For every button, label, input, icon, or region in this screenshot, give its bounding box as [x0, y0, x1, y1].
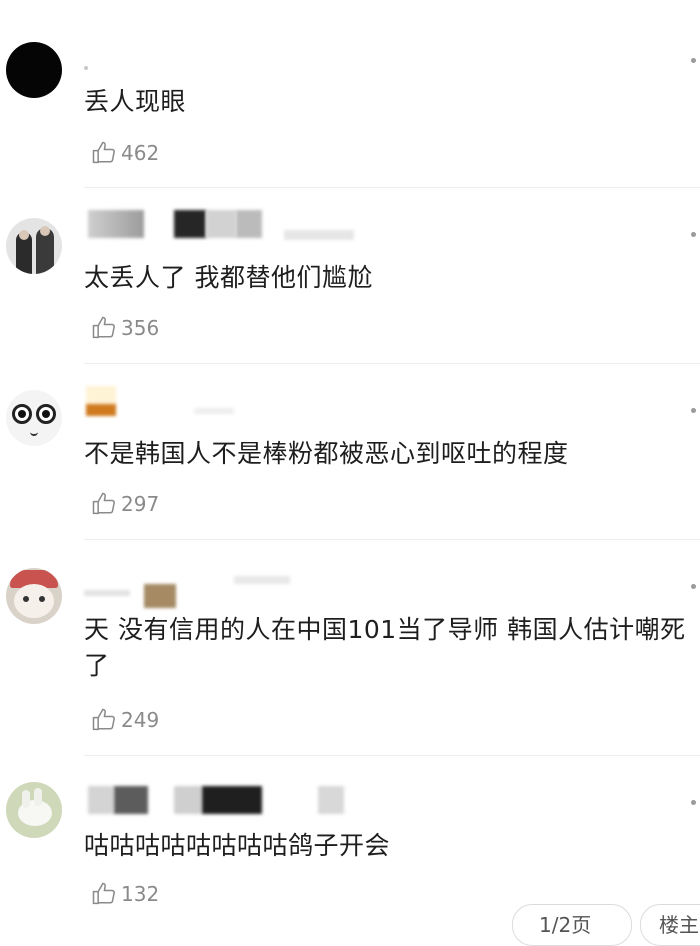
avatar[interactable] [6, 218, 62, 274]
username-redacted[interactable] [84, 576, 304, 608]
page-indicator-button[interactable]: 1/2页 [512, 904, 632, 946]
like-button[interactable]: 462 [90, 137, 159, 169]
more-dot-icon[interactable] [691, 584, 696, 589]
comment-text: 丢人现眼 [84, 87, 187, 116]
bottom-controls: 1/2页 楼主 [512, 904, 700, 946]
avatar[interactable] [6, 782, 62, 838]
like-count: 297 [121, 492, 160, 516]
avatar[interactable] [6, 390, 62, 446]
thumbs-up-icon [92, 316, 115, 339]
like-count: 249 [121, 708, 160, 732]
avatar[interactable] [6, 42, 62, 98]
username-redacted[interactable] [84, 786, 374, 814]
comment-text: 天 没有信用的人在中国101当了导师 韩国人估计嘲死了 [84, 615, 686, 680]
comment-item: 不是韩国人不是棒粉都被恶心到呕吐的程度 297 [0, 364, 700, 540]
thumbs-up-icon [92, 141, 115, 164]
op-only-button[interactable]: 楼主 [640, 904, 700, 946]
thumbs-up-icon [92, 708, 115, 731]
thumbs-up-icon [92, 492, 115, 515]
comment-item: 天 没有信用的人在中国101当了导师 韩国人估计嘲死了 249 [0, 540, 700, 756]
username-redacted[interactable] [84, 210, 364, 240]
comment-item: 太丢人了 我都替他们尴尬 356 [0, 188, 700, 364]
more-dot-icon[interactable] [691, 408, 696, 413]
like-button[interactable]: 249 [90, 704, 159, 736]
comment-text: 咕咕咕咕咕咕咕咕鸽子开会 [84, 831, 391, 860]
username-redacted[interactable] [84, 56, 124, 84]
comment-item: 丢人现眼 462 [0, 0, 700, 188]
more-dot-icon[interactable] [691, 232, 696, 237]
username-redacted[interactable] [84, 386, 244, 416]
like-button[interactable]: 356 [90, 312, 159, 344]
like-button[interactable]: 297 [90, 488, 159, 520]
more-dot-icon[interactable] [691, 58, 696, 63]
more-dot-icon[interactable] [691, 800, 696, 805]
like-count: 356 [121, 316, 160, 340]
thumbs-up-icon [92, 882, 115, 905]
like-button[interactable]: 132 [90, 878, 159, 910]
avatar[interactable] [6, 568, 62, 624]
like-count: 462 [121, 141, 160, 165]
like-count: 132 [121, 882, 160, 906]
comment-text: 不是韩国人不是棒粉都被恶心到呕吐的程度 [84, 439, 569, 468]
comment-text: 太丢人了 我都替他们尴尬 [84, 263, 373, 292]
